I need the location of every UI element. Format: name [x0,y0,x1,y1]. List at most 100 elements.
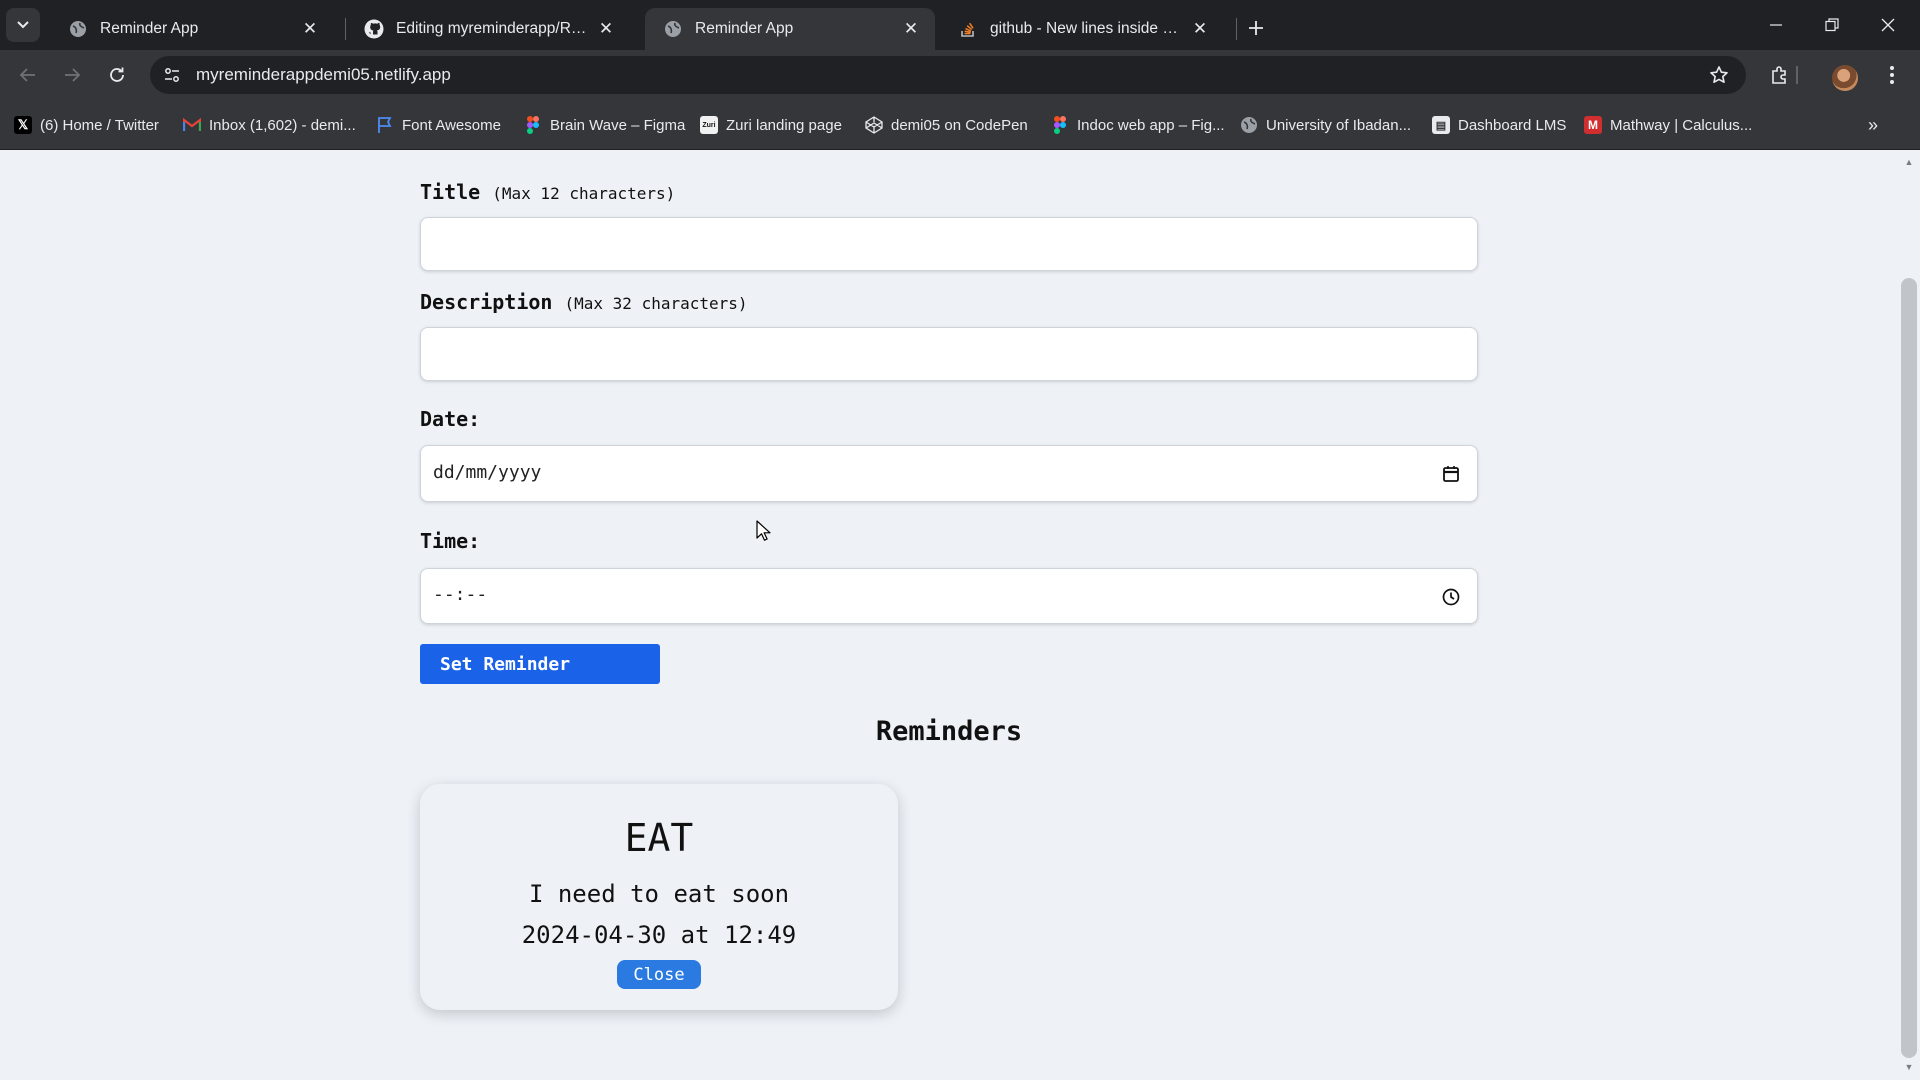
close-tab-icon[interactable]: ✕ [897,15,925,43]
date-label: Date: [420,407,481,431]
close-tab-icon[interactable]: ✕ [592,15,620,43]
forward-button[interactable] [56,59,88,91]
extensions-icon[interactable] [1764,59,1796,91]
scrollbar-thumb[interactable] [1901,278,1917,1058]
x-twitter-icon: 𝕏 [14,116,32,134]
zuri-icon: Zuri [700,116,718,134]
bookmark-item[interactable]: Zuri Zuri landing page [700,114,842,136]
back-button[interactable] [12,59,44,91]
description-field[interactable] [420,327,1478,381]
time-label: Time: [420,529,481,553]
set-reminder-button[interactable]: Set Reminder [420,644,660,684]
chevron-down-icon [17,21,29,29]
browser-tab[interactable]: Editing myreminderapp/READM ✕ [346,8,630,50]
reminder-datetime: 2024-04-30 at 12:49 [521,921,797,949]
bookmark-label: Font Awesome [402,116,501,134]
browser-tab[interactable]: Reminder App ✕ [50,8,334,50]
mathway-icon: M [1584,116,1602,134]
reminders-heading: Reminders [875,716,1023,747]
globe-icon [663,19,683,39]
browser-tab[interactable]: github - New lines inside parag ✕ [940,8,1224,50]
globe-icon [1240,116,1258,134]
scroll-up-icon[interactable]: ▲ [1903,157,1915,167]
bookmark-label: (6) Home / Twitter [40,116,159,134]
close-icon [1881,18,1895,32]
close-tab-icon[interactable]: ✕ [1186,15,1214,43]
bookmark-item[interactable]: ▤ Dashboard LMS [1432,114,1566,136]
reminder-description: I need to eat soon [528,880,790,908]
browser-tab-active[interactable]: Reminder App ✕ [645,8,935,50]
calendar-icon[interactable] [1439,462,1463,486]
time-placeholder: --:-- [433,584,488,605]
bookmark-item[interactable]: Inbox (1,602) - demi... [183,114,356,136]
plus-icon [1249,21,1263,35]
reminder-card: EAT I need to eat soon 2024-04-30 at 12:… [420,784,898,1010]
close-window-button[interactable] [1860,0,1916,50]
date-placeholder: dd/mm/yyyy [433,462,542,483]
bookmark-item[interactable]: demi05 on CodePen [865,114,1028,136]
bookmark-item[interactable]: Font Awesome [376,114,501,136]
globe-icon [68,19,88,39]
time-field[interactable]: --:-- [420,568,1478,624]
mouse-cursor-icon [756,520,772,547]
bookmarks-bar: 𝕏 (6) Home / Twitter Inbox (1,602) - dem… [0,100,1920,150]
minimize-button[interactable] [1748,0,1804,50]
profile-avatar[interactable] [1832,65,1858,91]
title-field[interactable] [420,217,1478,271]
bookmark-item[interactable]: 𝕏 (6) Home / Twitter [14,114,159,136]
description-label-text: Description [420,290,553,314]
figma-icon [524,116,542,134]
tab-separator [1236,18,1237,40]
reload-button[interactable] [101,59,133,91]
title-label: Title (Max 12 characters) [420,180,675,204]
toolbar-divider [1796,66,1798,84]
clock-icon[interactable] [1439,585,1463,609]
tab-title: Editing myreminderapp/READM [396,20,592,37]
address-bar[interactable]: myreminderappdemi05.netlify.app [150,56,1746,94]
date-field[interactable]: dd/mm/yyyy [420,445,1478,502]
restore-icon [1825,18,1839,32]
bookmark-star-icon[interactable] [1706,62,1732,88]
tab-search-button[interactable] [6,8,40,42]
close-tab-icon[interactable]: ✕ [296,15,324,43]
bookmark-label: University of Ibadan... [1266,116,1412,134]
scroll-down-icon[interactable]: ▼ [1903,1062,1915,1072]
bookmark-label: demi05 on CodePen [891,116,1028,134]
gmail-icon [183,116,201,134]
bookmark-label: Brain Wave – Figma [550,116,686,134]
bookmark-label: Mathway | Calculus... [1610,116,1753,134]
title-label-text: Title [420,180,481,204]
flag-icon [376,116,394,134]
minimize-icon [1770,24,1782,26]
bookmark-label: Zuri landing page [726,116,842,134]
restore-button[interactable] [1804,0,1860,50]
bookmark-item[interactable]: University of Ibadan... [1240,114,1411,136]
arrow-right-icon [65,68,81,82]
description-input[interactable] [421,328,1477,380]
site-info-icon[interactable] [158,61,186,89]
tab-title: github - New lines inside parag [990,20,1186,37]
title-input[interactable] [421,218,1477,270]
new-tab-button[interactable] [1240,12,1272,44]
browser-toolbar: myreminderappdemi05.netlify.app [0,50,1920,100]
close-reminder-button[interactable]: Close [617,960,701,989]
description-label: Description (Max 32 characters) [420,290,748,314]
bookmark-item[interactable]: Indoc web app – Fig... [1051,114,1225,136]
tab-strip: Reminder App ✕ Editing myreminderapp/REA… [0,0,1920,50]
tab-title: Reminder App [695,20,794,37]
url-text: myreminderappdemi05.netlify.app [196,65,451,84]
figma-icon [1051,116,1069,134]
more-bookmarks-icon[interactable]: » [1860,112,1886,138]
bookmark-label: Inbox (1,602) - demi... [209,116,356,134]
bookmark-item[interactable]: M Mathway | Calculus... [1584,114,1752,136]
title-hint: (Max 12 characters) [492,184,676,203]
bookmark-label: Dashboard LMS [1458,116,1567,134]
reminder-title: EAT [624,816,694,860]
bookmark-label: Indoc web app – Fig... [1077,116,1225,134]
description-hint: (Max 32 characters) [564,294,748,313]
github-icon [364,19,384,39]
menu-kebab-icon[interactable] [1876,59,1908,91]
tab-title: Reminder App [100,20,199,37]
bookmark-item[interactable]: Brain Wave – Figma [524,114,685,136]
arrow-left-icon [19,68,35,82]
